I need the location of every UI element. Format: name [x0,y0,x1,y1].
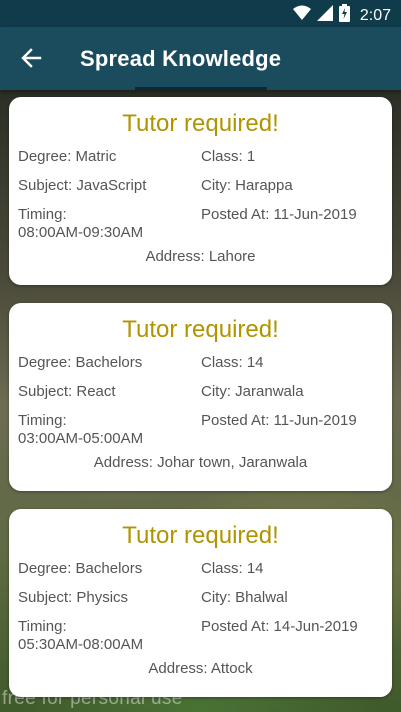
post-heading: Tutor required! [122,522,279,549]
post-heading: Tutor required! [122,110,279,137]
battery-charging-icon [338,4,350,27]
title-underline [135,87,267,90]
tutor-post-card[interactable]: Tutor required! Degree: Matric Class: 1 … [9,97,392,285]
post-timing: 03:00AM-05:00AM [18,430,144,447]
post-class: Class: 14 [201,560,264,577]
post-timing: 08:00AM-09:30AM [18,224,144,241]
post-city: City: Bhalwal [201,589,288,606]
post-degree: Degree: Bachelors [18,354,143,371]
wifi-icon [292,5,311,26]
post-class: Class: 1 [201,148,256,165]
post-city: City: Harappa [201,177,293,194]
post-subject: Subject: Physics [18,589,129,606]
post-address: Address: Lahore [145,248,256,265]
post-heading: Tutor required! [122,316,279,343]
status-bar: 2:07 [0,0,401,27]
post-posted-at: Posted At: 11-Jun-2019 [201,412,357,429]
post-subject: Subject: React [18,383,116,400]
post-class: Class: 14 [201,354,264,371]
arrow-left-icon[interactable] [20,47,42,69]
post-degree: Degree: Matric [18,148,117,165]
post-address: Address: Johar town, Jaranwala [93,454,308,471]
post-timing-label: Timing: [18,412,67,429]
post-timing: 05:30AM-08:00AM [18,636,144,653]
post-posted-at: Posted At: 11-Jun-2019 [201,206,357,223]
post-timing-label: Timing: [18,618,67,635]
post-address: Address: Attock [148,660,253,677]
status-time: 2:07 [359,6,391,24]
tutor-post-card[interactable]: Tutor required! Degree: Bachelors Class:… [9,509,392,697]
tutor-post-card[interactable]: Tutor required! Degree: Bachelors Class:… [9,303,392,491]
post-degree: Degree: Bachelors [18,560,143,577]
post-subject: Subject: JavaScript [18,177,147,194]
post-city: City: Jaranwala [201,383,304,400]
app-bar: Spread Knowledge [0,27,401,90]
post-timing-label: Timing: [18,206,67,223]
post-posted-at: Posted At: 14-Jun-2019 [201,618,358,635]
page-title: Spread Knowledge [80,46,282,71]
signal-icon [316,5,333,26]
